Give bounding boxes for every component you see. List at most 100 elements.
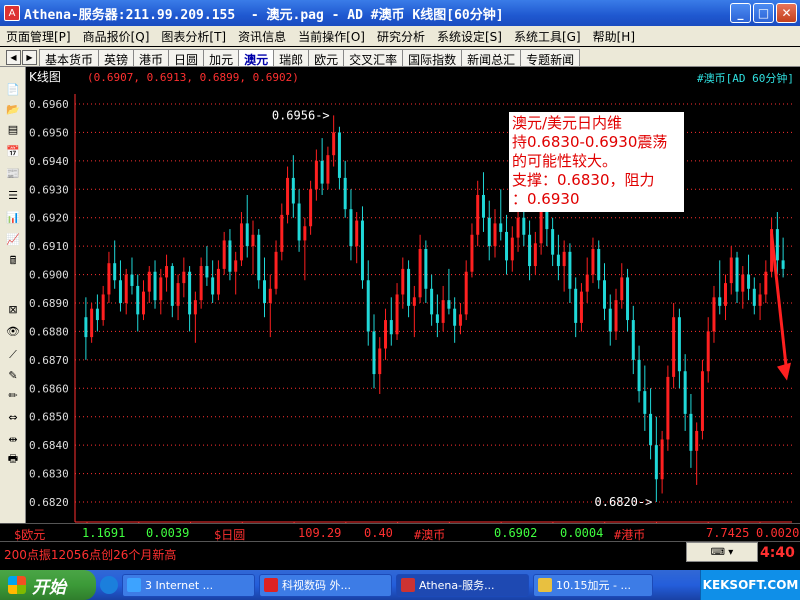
candle-body	[395, 294, 399, 335]
candle-body	[712, 297, 716, 332]
tab-cad[interactable]: 加元	[203, 49, 240, 67]
calendar-icon[interactable]: 📅	[4, 143, 22, 159]
tab-jpy[interactable]: 日圆	[168, 49, 205, 67]
print-icon[interactable]: 🖶	[4, 451, 22, 467]
taskbar-item[interactable]: Athena-服务...	[396, 573, 529, 597]
candle-body	[695, 430, 699, 451]
news-icon[interactable]: 📰	[4, 165, 22, 181]
candle-body	[706, 331, 710, 372]
tab-scroll-left-icon[interactable]: ◀	[6, 50, 21, 65]
candle-body	[291, 177, 295, 204]
candle-body	[453, 308, 457, 326]
menu-help[interactable]: 帮助[H]	[587, 28, 641, 45]
taskbar-item[interactable]: 3 Internet ...	[122, 573, 255, 597]
menu-research[interactable]: 研究分析	[371, 28, 431, 45]
candle-body	[516, 217, 520, 238]
calculator-icon[interactable]: 🖩	[4, 253, 22, 269]
candle-body	[245, 223, 249, 247]
title-bar[interactable]: A Athena-服务器:211.99.209.155 - 澳元.pag - A…	[0, 0, 800, 26]
close-button[interactable]: ✕	[776, 3, 797, 23]
candle-body	[528, 234, 532, 267]
taskbar-item[interactable]: 10.15加元 - ...	[533, 573, 653, 597]
paint-icon	[538, 578, 552, 592]
tab-hkd[interactable]: 港币	[133, 49, 170, 67]
tab-intl-index[interactable]: 国际指数	[402, 49, 463, 67]
chart-icon[interactable]: 📈	[4, 231, 22, 247]
menu-chart-analysis[interactable]: 图表分析[T]	[155, 28, 232, 45]
tab-scroll-right-icon[interactable]: ▶	[22, 50, 37, 65]
taskbar-item[interactable]: 科视数码 外...	[259, 573, 392, 597]
ie-quicklaunch-icon[interactable]	[100, 576, 118, 594]
y-tick-label: 0.6840	[29, 439, 69, 452]
note-line: 的可能性较大。	[512, 152, 618, 170]
candle-body	[764, 271, 768, 295]
candle-body	[159, 277, 163, 301]
new-page-icon[interactable]: 📄	[4, 81, 22, 97]
candle-body	[136, 285, 140, 315]
tray-watermark: KEKSOFT.COM	[702, 578, 799, 592]
candle-body	[591, 248, 595, 275]
candle-body	[551, 229, 555, 255]
indicator-icon[interactable]: 📊	[4, 209, 22, 225]
y-tick-label: 0.6890	[29, 297, 69, 310]
candle-body	[539, 212, 543, 244]
start-button[interactable]: 开始	[0, 570, 96, 600]
menu-quotes[interactable]: 商品报价[Q]	[77, 28, 156, 45]
candle-body	[631, 320, 635, 360]
doc-icon	[264, 578, 278, 592]
draw-icon[interactable]: ✎	[4, 367, 22, 383]
y-tick-label: 0.6950	[29, 126, 69, 139]
taskbar-item-label: 科视数码 外...	[282, 579, 351, 592]
candle-body	[505, 231, 509, 261]
candle-body	[574, 288, 578, 323]
tab-eur[interactable]: 欧元	[308, 49, 345, 67]
tab-base-currency[interactable]: 基本货币	[39, 49, 100, 67]
candle-body	[412, 297, 416, 306]
news-headline[interactable]: 200点振12056点创26个月新高	[4, 546, 176, 563]
tab-chf[interactable]: 瑞郎	[273, 49, 310, 67]
chart-area[interactable]: 0.6960 0.6950 0.6940 0.6930 0.6920 0.6910 0.69…	[27, 67, 800, 540]
minimize-button[interactable]: _	[730, 3, 751, 23]
pencil-icon[interactable]: ✏	[4, 387, 22, 403]
candle-body	[660, 439, 664, 480]
candle-body	[355, 220, 359, 247]
tab-gbp[interactable]: 英镑	[98, 49, 135, 67]
candle-body	[188, 271, 192, 315]
news-bar: 200点振12056点创26个月新高	[0, 541, 800, 563]
zoom-out-icon[interactable]: ⇹	[4, 431, 22, 447]
keyboard-input-icon[interactable]: ⌨ ▾	[686, 542, 758, 562]
candle-body	[458, 314, 462, 326]
candle-body	[545, 212, 549, 230]
taskbar-item-label: 3 Internet ...	[145, 578, 214, 592]
y-tick-label: 0.6870	[29, 354, 69, 367]
crosshair-icon[interactable]: ⊠	[4, 301, 22, 317]
binoculars-icon[interactable]: 👁	[4, 323, 22, 339]
candle-body	[274, 251, 278, 289]
menu-settings[interactable]: 系统设定[S]	[431, 28, 508, 45]
candle-body	[165, 266, 169, 278]
menu-tools[interactable]: 系统工具[G]	[508, 28, 587, 45]
tab-news[interactable]: 新闻总汇	[461, 49, 522, 67]
candle-body	[182, 271, 186, 284]
kline-chart[interactable]: 0.6960 0.6950 0.6940 0.6930 0.6920 0.6910 0.69…	[27, 67, 800, 540]
menu-current-op[interactable]: 当前操作[O]	[292, 28, 371, 45]
menu-page[interactable]: 页面管理[P]	[0, 28, 77, 45]
candle-body	[602, 280, 606, 309]
candle-body	[441, 300, 445, 323]
menu-info[interactable]: 资讯信息	[232, 28, 292, 45]
candle-body	[176, 283, 180, 306]
maximize-button[interactable]: □	[753, 3, 774, 23]
forecast-arrowhead	[777, 362, 791, 381]
quote-table-icon[interactable]: ▤	[4, 121, 22, 137]
tab-topics[interactable]: 专题新闻	[520, 49, 581, 67]
candle-body	[378, 348, 382, 375]
open-icon[interactable]: 📂	[4, 101, 22, 117]
candle-body	[579, 291, 583, 323]
tab-cross-rates[interactable]: 交叉汇率	[343, 49, 404, 67]
trendline-icon[interactable]: ⟋	[4, 347, 22, 363]
tab-aud[interactable]: 澳元	[238, 49, 275, 67]
zoom-in-icon[interactable]: ⇔	[4, 409, 22, 425]
candle-body	[700, 371, 704, 431]
list-icon[interactable]: ☰	[4, 187, 22, 203]
y-tick-label: 0.6910	[29, 240, 69, 253]
